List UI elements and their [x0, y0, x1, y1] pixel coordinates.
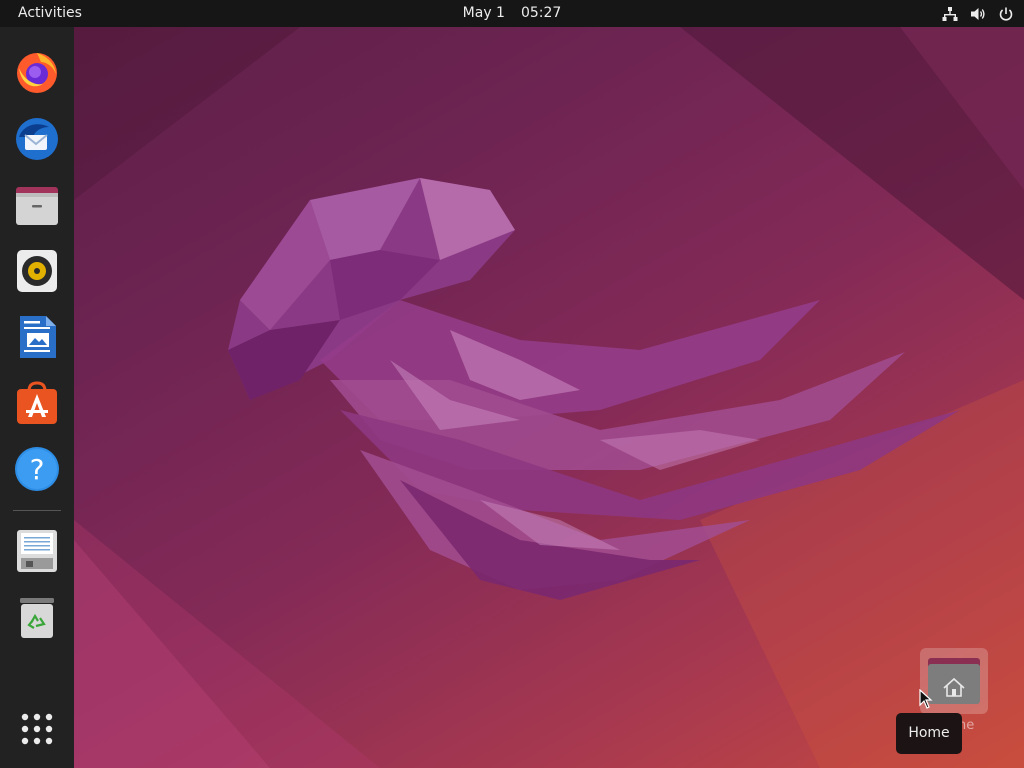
- wallpaper: [0, 0, 1024, 768]
- dock-item-ubuntu-software[interactable]: [11, 377, 63, 429]
- files-icon: [16, 187, 58, 225]
- dock-item-help[interactable]: ?: [11, 443, 63, 495]
- trash-icon: [20, 598, 54, 638]
- show-applications-button[interactable]: [11, 703, 63, 755]
- dock: ?: [0, 27, 74, 768]
- clock-menu: May 1 05:27: [0, 0, 1024, 27]
- floppy-drive-icon: [17, 530, 57, 572]
- dock-item-thunderbird[interactable]: [11, 113, 63, 165]
- firefox-icon: [17, 53, 57, 93]
- dock-item-rhythmbox[interactable]: [11, 245, 63, 297]
- app-grid-icon: [21, 713, 53, 745]
- dock-item-writer[interactable]: [11, 311, 63, 363]
- network-icon[interactable]: [942, 6, 958, 22]
- volume-icon[interactable]: [970, 6, 986, 22]
- help-icon: ?: [15, 447, 59, 491]
- desktop-screen: Activities May 1 05:27 ? Home: [0, 0, 1024, 768]
- clock-date: May 1: [462, 5, 505, 21]
- clock-time: 05:27: [520, 5, 562, 21]
- system-tray[interactable]: [942, 0, 1014, 27]
- dock-item-trash[interactable]: [11, 591, 63, 643]
- power-icon[interactable]: [998, 6, 1014, 22]
- software-store-icon: [17, 381, 57, 424]
- mouse-cursor-icon: [919, 689, 933, 709]
- svg-text:?: ?: [30, 453, 45, 486]
- dock-item-save-drive[interactable]: [11, 525, 63, 577]
- dock-separator: [13, 510, 61, 511]
- thunderbird-mail-icon: [16, 118, 58, 160]
- jellyfish-wallpaper-art: [74, 27, 1024, 768]
- dock-item-files[interactable]: [11, 179, 63, 231]
- top-bar: Activities May 1 05:27: [0, 0, 1024, 27]
- activities-button[interactable]: Activities: [8, 0, 92, 27]
- writer-document-icon: [20, 316, 56, 358]
- clock-button[interactable]: May 1 05:27: [451, 5, 574, 21]
- home-tooltip: Home: [896, 713, 962, 754]
- home-folder-icon: [928, 658, 980, 704]
- dock-item-firefox[interactable]: [11, 46, 63, 98]
- rhythmbox-icon: [17, 250, 57, 292]
